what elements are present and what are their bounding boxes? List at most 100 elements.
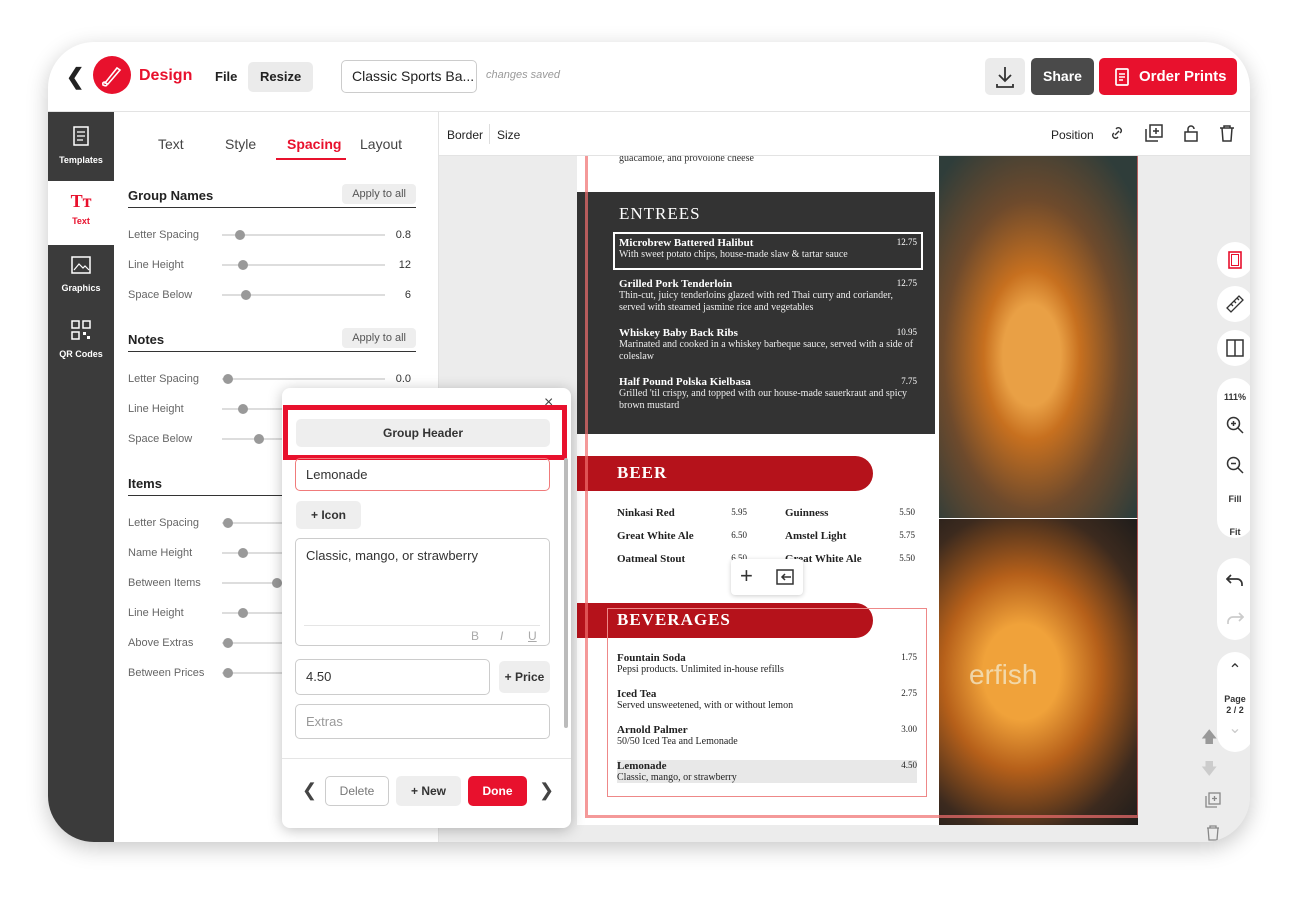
fit-button[interactable]: Fit [1217, 527, 1250, 537]
zoom-in-icon[interactable] [1226, 416, 1244, 434]
download-icon [996, 67, 1014, 88]
slider-knob[interactable] [235, 230, 245, 240]
divider [282, 758, 571, 759]
trash-icon[interactable] [1219, 124, 1235, 142]
page-view-button[interactable] [1217, 242, 1250, 278]
nav-qr-codes[interactable]: QR Codes [48, 318, 114, 376]
slider-knob[interactable] [241, 290, 251, 300]
nav-graphics[interactable]: Graphics [48, 254, 114, 312]
slider-track[interactable] [222, 438, 282, 440]
slider-knob[interactable] [238, 548, 248, 558]
delete-page-icon[interactable] [1206, 825, 1220, 841]
slider-value: 6 [404, 289, 411, 301]
link-icon[interactable] [1109, 125, 1125, 141]
duplicate-icon[interactable] [1145, 124, 1163, 142]
share-button[interactable]: Share [1031, 58, 1094, 95]
previous-item-icon[interactable]: ❮ [302, 780, 317, 801]
slider-label: Line Height [128, 259, 184, 271]
slider-track[interactable] [222, 378, 385, 380]
redo-icon[interactable] [1226, 610, 1244, 626]
menu-page[interactable]: guacamole, and provolone cheese ENTREES … [577, 156, 1138, 825]
tab-text[interactable]: Text [158, 136, 184, 152]
next-item-icon[interactable]: ❯ [539, 780, 554, 801]
zoom-out-icon[interactable] [1226, 456, 1244, 474]
slider-knob[interactable] [238, 608, 248, 618]
slider-knob[interactable] [238, 260, 248, 270]
fill-button[interactable]: Fill [1217, 494, 1250, 504]
page-down-icon[interactable]: ⌄ [1217, 718, 1250, 738]
divider [304, 625, 540, 626]
item-name-field[interactable]: Lemonade [295, 458, 550, 491]
item-description-field[interactable]: Classic, mango, or strawberry B I U [295, 538, 550, 646]
new-item-button[interactable]: + New [396, 776, 461, 806]
document-name-field[interactable]: Classic Sports Ba... [341, 60, 477, 93]
active-tab-indicator [276, 158, 346, 160]
highlight-annotation [283, 405, 567, 460]
notes-apply-button[interactable]: Apply to all [342, 328, 416, 348]
slider-knob[interactable] [272, 578, 282, 588]
top-bar: ❮ Design File Resize Classic Sports Ba..… [48, 42, 1250, 112]
delete-button[interactable]: Delete [325, 776, 389, 806]
border-button[interactable]: Border [447, 128, 483, 142]
slider-label: Between Prices [128, 667, 205, 679]
slider-knob[interactable] [223, 518, 233, 528]
items-title: Items [128, 476, 162, 491]
nav-text[interactable]: Tт Text [48, 181, 114, 245]
slider-track[interactable] [222, 234, 385, 236]
move-up-icon[interactable]: 🡅 [1201, 726, 1217, 753]
save-status: changes saved [486, 69, 560, 81]
file-menu[interactable]: File [203, 62, 249, 92]
move-down-icon[interactable]: 🡇 [1201, 758, 1217, 785]
columns-icon [1226, 339, 1244, 357]
slider-label: Letter Spacing [128, 517, 199, 529]
templates-icon [48, 126, 114, 150]
nav-templates[interactable]: Templates [48, 122, 114, 180]
slider-knob[interactable] [223, 638, 233, 648]
slider-label: Above Extras [128, 637, 194, 649]
add-icon-button[interactable]: + Icon [296, 501, 361, 529]
page-margin-guide [585, 156, 1138, 818]
done-button[interactable]: Done [468, 776, 527, 806]
brand-label: Design [139, 67, 193, 84]
slider-knob[interactable] [223, 668, 233, 678]
tab-spacing[interactable]: Spacing [287, 136, 341, 152]
bold-icon[interactable]: B [471, 629, 479, 643]
size-button[interactable]: Size [497, 128, 520, 142]
slider-label: Line Height [128, 607, 184, 619]
add-price-button[interactable]: + Price [499, 661, 550, 693]
columns-button[interactable] [1217, 330, 1250, 366]
slider-knob[interactable] [238, 404, 248, 414]
items-section: Items [128, 470, 288, 496]
slider-label: Between Items [128, 577, 201, 589]
unlock-icon[interactable] [1183, 124, 1199, 142]
undo-icon[interactable] [1226, 572, 1244, 588]
price-field[interactable]: 4.50 [295, 659, 490, 695]
slider-track[interactable] [222, 552, 282, 554]
scrollbar[interactable] [564, 458, 568, 728]
italic-icon[interactable]: I [500, 629, 503, 643]
group-names-section: Group Names Apply to all [128, 182, 416, 208]
tab-layout[interactable]: Layout [360, 136, 402, 152]
extras-field[interactable]: Extras [295, 704, 550, 739]
tab-style[interactable]: Style [225, 136, 256, 152]
position-button[interactable]: Position [1051, 128, 1094, 142]
group-names-apply-button[interactable]: Apply to all [342, 184, 416, 204]
ruler-button[interactable] [1217, 286, 1250, 322]
download-button[interactable] [985, 58, 1025, 95]
qr-code-icon [48, 320, 114, 344]
back-icon[interactable]: ❮ [66, 64, 84, 90]
slider-track[interactable] [222, 612, 282, 614]
resize-button[interactable]: Resize [248, 62, 314, 92]
group-names-title: Group Names [128, 188, 214, 203]
item-description-text: Classic, mango, or strawberry [306, 548, 478, 563]
slider-knob[interactable] [254, 434, 264, 444]
slider-track[interactable] [222, 408, 282, 410]
add-page-icon[interactable] [1205, 792, 1221, 808]
page-up-icon[interactable]: ⌃ [1217, 660, 1250, 680]
history-controls [1217, 558, 1250, 640]
slider-knob[interactable] [223, 374, 233, 384]
nav-graphics-label: Graphics [61, 283, 101, 293]
order-prints-button[interactable]: Order Prints [1099, 58, 1237, 95]
underline-icon[interactable]: U [528, 629, 537, 643]
item-editor-popup: × Group Header Lemonade + Icon Classic, … [282, 388, 571, 828]
